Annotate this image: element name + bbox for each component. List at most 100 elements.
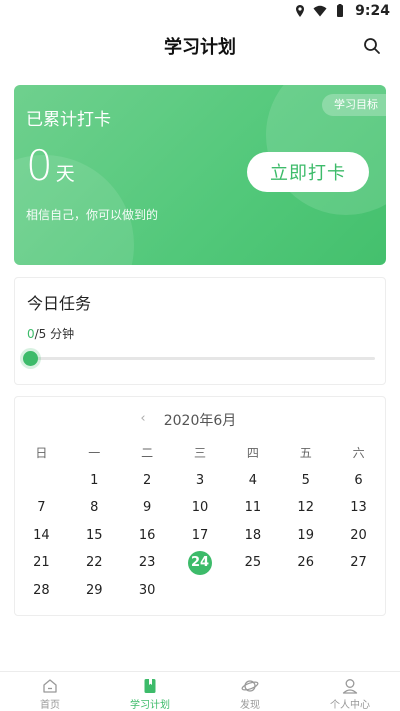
calendar-day[interactable]: 3 <box>174 467 227 495</box>
calendar-day-number: 22 <box>85 555 103 571</box>
calendar-day-number: 11 <box>244 500 262 516</box>
weekday-label: 四 <box>246 446 259 460</box>
calendar-day-number: 8 <box>90 500 99 516</box>
motto-text: 相信自己，你可以做到的 <box>26 208 159 222</box>
study-goal-button[interactable]: 学习目标 <box>322 94 386 116</box>
task-progress-slider[interactable] <box>23 351 375 366</box>
bottom-nav: 首页 学习计划 发现 个人中心 <box>0 671 400 711</box>
nav-item-home[interactable]: 首页 <box>0 672 100 711</box>
search-button[interactable] <box>360 34 384 58</box>
calendar-day-number: 18 <box>244 527 262 543</box>
nav-item-profile[interactable]: 个人中心 <box>300 672 400 711</box>
calendar-day[interactable]: 9 <box>121 495 174 523</box>
calendar-day-number: 28 <box>33 582 50 598</box>
calendar-day[interactable]: 6 <box>332 467 385 495</box>
cumulative-label: 已累计打卡 <box>26 110 111 130</box>
calendar-day[interactable]: 26 <box>279 550 332 578</box>
calendar-day[interactable]: 14 <box>15 522 68 550</box>
calendar-day-number: 1 <box>90 472 99 488</box>
calendar-day[interactable]: 11 <box>226 495 279 523</box>
calendar-day-number: 7 <box>37 500 46 516</box>
home-icon <box>43 679 57 693</box>
calendar-day[interactable]: 20 <box>332 522 385 550</box>
search-icon <box>364 38 380 54</box>
calendar-day[interactable]: 27 <box>332 550 385 578</box>
calendar-day[interactable]: 23 <box>121 550 174 578</box>
nav-label: 个人中心 <box>330 700 370 711</box>
calendar-day[interactable]: 18 <box>226 522 279 550</box>
calendar-grid: 1 2 3 4 5 6 7 8 9 10 11 12 13 14 15 16 17 18 19 20 21 22 23 24 2… <box>15 467 385 605</box>
calendar-day-number: 17 <box>191 527 209 543</box>
wifi-icon <box>313 5 327 17</box>
planet-icon <box>241 680 259 692</box>
calendar-weekdays: 日一二三四五六 <box>15 444 385 461</box>
calendar-day-number: 21 <box>33 555 50 571</box>
calendar-day-number: 27 <box>350 555 367 571</box>
calendar-day[interactable]: 2 <box>121 467 174 495</box>
calendar-day-number: 29 <box>85 582 103 598</box>
days-unit: 天 <box>55 163 75 185</box>
calendar-day-number: 9 <box>142 500 152 516</box>
calendar-day[interactable]: 1 <box>68 467 121 495</box>
checkin-button[interactable]: 立即打卡 <box>247 152 369 192</box>
prev-month-button[interactable]: ‹ <box>135 411 151 426</box>
calendar-day[interactable]: 22 <box>68 550 121 578</box>
nav-item-study-plan[interactable]: 学习计划 <box>100 672 200 711</box>
calendar-day-number: 10 <box>191 500 209 516</box>
task-done-count: 0 <box>27 327 35 341</box>
page-title: 学习计划 <box>164 37 236 58</box>
nav-label: 学习计划 <box>130 700 170 711</box>
location-icon <box>296 5 305 17</box>
nav-label: 首页 <box>40 700 60 711</box>
calendar-day-today[interactable]: 24 <box>174 550 227 578</box>
weekday-label: 二 <box>141 446 154 460</box>
calendar-day[interactable]: 4 <box>226 467 279 495</box>
person-icon <box>342 679 358 694</box>
calendar-day[interactable]: 19 <box>279 522 332 550</box>
slider-thumb[interactable] <box>23 351 38 366</box>
days-count: 0 天 <box>26 143 75 189</box>
calendar-day-number: 15 <box>85 527 103 543</box>
calendar-day-number: 30 <box>138 582 156 598</box>
calendar-day-number: 5 <box>301 472 310 488</box>
weekday-label: 日 <box>35 446 48 460</box>
calendar-day[interactable]: 15 <box>68 522 121 550</box>
nav-item-discover[interactable]: 发现 <box>200 672 300 711</box>
calendar-day-number: 23 <box>138 555 156 571</box>
calendar-day[interactable]: 29 <box>68 577 121 605</box>
calendar-day[interactable]: 8 <box>68 495 121 523</box>
checkin-card: 已累计打卡 学习目标 0 天 立即打卡 相信自己，你可以做到的 <box>14 85 386 265</box>
calendar-day[interactable]: 5 <box>279 467 332 495</box>
weekday-label: 六 <box>352 446 365 460</box>
calendar-day[interactable]: 28 <box>15 577 68 605</box>
calendar-day-number: 3 <box>195 472 205 488</box>
calendar-day-number: 13 <box>350 500 367 516</box>
calendar-day-number: 25 <box>244 555 262 571</box>
weekday-label: 五 <box>299 446 312 460</box>
calendar-day[interactable]: 7 <box>15 495 68 523</box>
task-total: /5 分钟 <box>34 327 75 341</box>
calendar-blank <box>15 467 68 495</box>
calendar-day[interactable]: 21 <box>15 550 68 578</box>
calendar-day[interactable]: 10 <box>174 495 227 523</box>
calendar-day[interactable]: 25 <box>226 550 279 578</box>
weekday-label: 三 <box>193 446 206 460</box>
calendar-day[interactable]: 17 <box>174 522 227 550</box>
calendar-card: ‹ 2020年6月 日一二三四五六 1 2 3 4 5 6 7 8 9 10 11 12 13 14 15 1… <box>14 396 386 616</box>
task-progress-text: 0/5 分钟 <box>27 325 74 342</box>
calendar-day-number: 16 <box>138 527 156 543</box>
weekday-label: 一 <box>88 446 101 460</box>
calendar-day-number: 12 <box>297 500 314 516</box>
days-number: 0 <box>26 141 53 190</box>
task-title: 今日任务 <box>27 294 92 313</box>
calendar-day-number: 6 <box>354 472 363 488</box>
calendar-day-number: 26 <box>297 555 314 571</box>
calendar-day[interactable]: 16 <box>121 522 174 550</box>
calendar-day-number: 2 <box>142 472 152 488</box>
status-bar: 9:24 <box>0 0 400 22</box>
nav-label: 发现 <box>240 700 260 711</box>
calendar-day[interactable]: 30 <box>121 577 174 605</box>
calendar-day[interactable]: 12 <box>279 495 332 523</box>
calendar-day[interactable]: 13 <box>332 495 385 523</box>
battery-icon <box>337 4 344 17</box>
